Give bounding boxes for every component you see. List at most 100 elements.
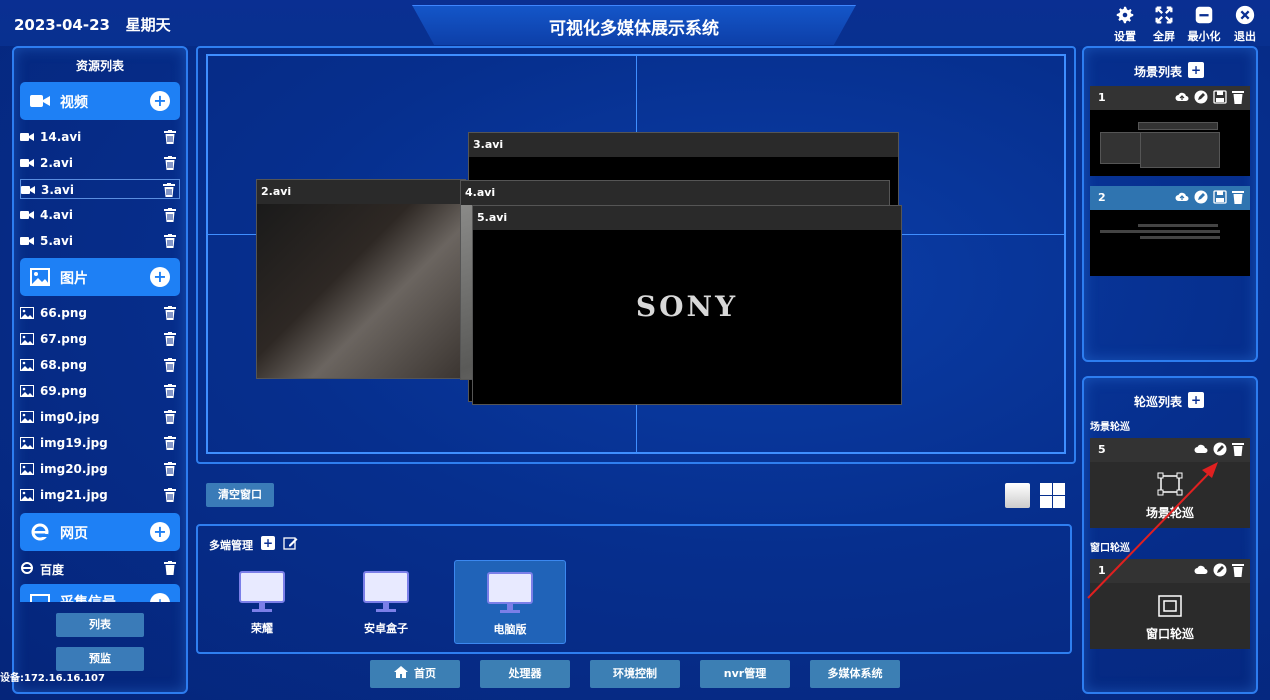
single-layout-icon[interactable] [1005,483,1030,508]
trash-icon[interactable] [164,332,176,346]
device-label: 荣耀 [251,622,273,635]
tour-list-title: 轮巡列表 [1134,395,1183,409]
category-video[interactable]: 视频 + [20,82,180,120]
nav-home[interactable]: 首页 [370,660,460,688]
monitor-icon [239,571,285,612]
trash-icon[interactable] [164,488,176,502]
date-display: 2023-04-23 星期天 [14,14,171,35]
video-frame-image [257,204,465,378]
grid-layout-icon[interactable] [1040,483,1065,508]
app-title: 可视化多媒体展示系统 [549,19,719,39]
video-item[interactable]: 14.avi [20,127,180,147]
video-item[interactable]: 4.avi [20,205,180,225]
image-item[interactable]: img21.jpg [20,485,180,505]
save-icon[interactable] [1213,90,1227,104]
window-2avi[interactable]: 2.avi [256,179,466,379]
image-icon [20,437,34,449]
trash-icon[interactable] [164,234,176,248]
image-icon [20,463,34,475]
trash-icon[interactable] [164,561,176,575]
ie-browser-icon [31,523,49,541]
exit-label: 退出 [1234,30,1256,43]
image-icon [20,489,34,501]
device-honor[interactable]: 荣耀 [206,560,318,644]
sony-logo-text: SONY [635,290,739,323]
scene-card-2[interactable]: 2 [1090,186,1250,276]
monitor-icon [30,594,50,602]
trash-icon[interactable] [164,358,176,372]
image-item-name: 68.png [40,358,87,372]
add-web-icon[interactable]: + [150,522,170,542]
category-capture[interactable]: 采集信号 + [20,584,180,602]
window-5avi[interactable]: 5.avi SONY [472,205,902,405]
device-label: 电脑版 [493,623,527,636]
image-icon [20,385,34,397]
image-icon [20,411,34,423]
trash-icon[interactable] [164,306,176,320]
image-item[interactable]: img19.jpg [20,433,180,453]
image-item[interactable]: 66.png [20,303,180,323]
edit-icon[interactable] [1194,190,1208,204]
video-item-selected[interactable]: 3.avi [20,179,180,199]
edit-icon[interactable] [283,536,298,551]
nav-nvr[interactable]: nvr管理 [700,660,790,688]
web-item[interactable]: 百度 [20,558,180,578]
video-item[interactable]: 5.avi [20,231,180,251]
category-image[interactable]: 图片 + [20,258,180,296]
image-icon [20,359,34,371]
add-capture-icon[interactable]: + [150,593,170,602]
image-item[interactable]: img0.jpg [20,407,180,427]
red-annotation-arrow [1087,462,1218,599]
monitor-icon [363,571,409,612]
home-icon [394,666,408,678]
trash-icon[interactable] [164,156,176,170]
video-icon [20,211,34,219]
image-item[interactable]: img20.jpg [20,459,180,479]
image-item[interactable]: 69.png [20,381,180,401]
edit-icon[interactable] [1194,90,1208,104]
scene-thumb-window [1140,236,1220,239]
exit-button[interactable]: 退出 [1225,4,1265,44]
video-item-name: 3.avi [41,183,74,197]
cloud-upload-icon[interactable] [1175,90,1189,104]
nav-environment[interactable]: 环境控制 [590,660,680,688]
device-pc[interactable]: 电脑版 [454,560,566,644]
video-icon [20,237,34,245]
trash-icon[interactable] [164,384,176,398]
image-item-name: img0.jpg [40,410,100,424]
trash-icon[interactable] [164,130,176,144]
video-item[interactable]: 2.avi [20,153,180,173]
add-image-icon[interactable]: + [150,267,170,287]
video-icon [20,159,34,167]
scene-card-1[interactable]: 1 [1090,86,1250,176]
add-tour-icon[interactable]: + [1188,392,1204,408]
trash-icon[interactable] [1232,190,1246,204]
preview-button[interactable]: 预监 [56,647,144,671]
image-item[interactable]: 67.png [20,329,180,349]
fullscreen-button[interactable]: 全屏 [1144,4,1184,44]
trash-icon[interactable] [164,436,176,450]
trash-icon[interactable] [1232,90,1246,104]
image-icon [20,307,34,319]
minimize-button[interactable]: 最小化 [1184,4,1224,44]
clear-windows-button[interactable]: 清空窗口 [206,483,274,507]
trash-icon[interactable] [164,208,176,222]
nav-processor[interactable]: 处理器 [480,660,570,688]
image-item[interactable]: 68.png [20,355,180,375]
cloud-upload-icon[interactable] [1175,190,1189,204]
add-scene-icon[interactable]: + [1188,62,1204,78]
list-button[interactable]: 列表 [56,613,144,637]
category-image-label: 图片 [60,271,88,287]
trash-icon[interactable] [163,183,175,197]
settings-button[interactable]: 设置 [1105,4,1145,44]
window-title: 5.avi [473,206,901,230]
trash-icon[interactable] [164,462,176,476]
window-title: 3.avi [469,133,898,157]
trash-icon[interactable] [164,410,176,424]
save-icon[interactable] [1213,190,1227,204]
add-video-icon[interactable]: + [150,91,170,111]
device-android-box[interactable]: 安卓盒子 [330,560,442,644]
category-web[interactable]: 网页 + [20,513,180,551]
nav-multimedia[interactable]: 多媒体系统 [810,660,900,688]
add-terminal-icon[interactable]: + [261,536,275,550]
